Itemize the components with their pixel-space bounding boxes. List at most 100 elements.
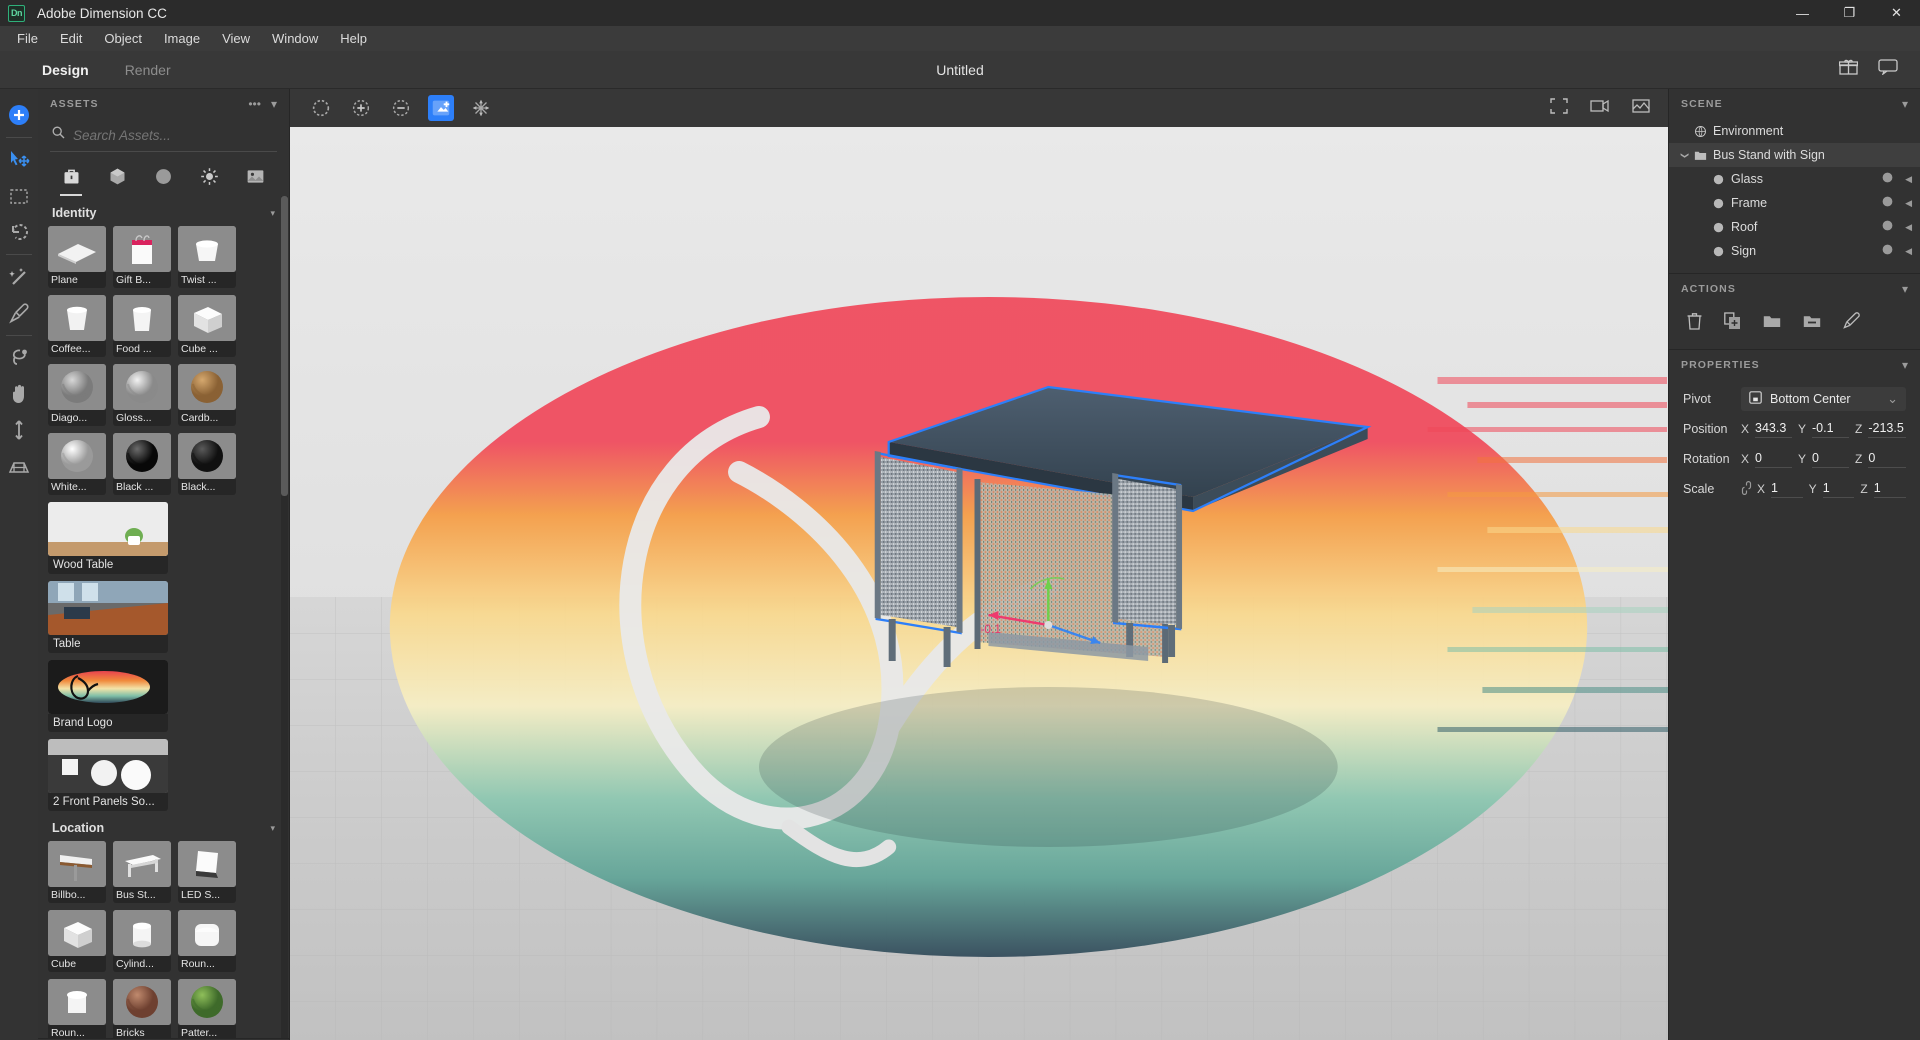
menu-item-window[interactable]: Window bbox=[261, 28, 329, 49]
orbit-tool[interactable] bbox=[308, 95, 334, 121]
asset-card[interactable]: Food ... bbox=[113, 295, 171, 357]
sample-material-icon[interactable] bbox=[1843, 312, 1860, 335]
assets-search-row[interactable] bbox=[50, 122, 277, 152]
chevron-down-icon[interactable]: ❯ bbox=[1681, 147, 1690, 163]
asset-card[interactable]: 2 Front Panels So... bbox=[48, 739, 168, 811]
material-swatch-icon[interactable] bbox=[1881, 243, 1894, 259]
scene-tree-row[interactable]: ❯ Bus Stand with Sign bbox=[1669, 143, 1920, 167]
vertical-move-tool[interactable] bbox=[2, 412, 36, 448]
scale-y-field[interactable]: Y 1 bbox=[1809, 481, 1855, 498]
assets-menu-icon[interactable]: ••• bbox=[248, 97, 261, 111]
lasso-tool[interactable] bbox=[2, 340, 36, 376]
chevron-down-icon[interactable]: ▾ bbox=[270, 823, 275, 834]
position-y-field[interactable]: Y -0.1 bbox=[1798, 421, 1849, 438]
position-x-field[interactable]: X 343.3 bbox=[1741, 421, 1792, 438]
tab-render[interactable]: Render bbox=[107, 51, 189, 89]
materials-tab[interactable] bbox=[140, 162, 186, 196]
minimize-button[interactable]: — bbox=[1779, 0, 1826, 26]
gift-icon[interactable] bbox=[1838, 59, 1859, 80]
close-button[interactable]: ✕ bbox=[1873, 0, 1920, 26]
scene-tree-row[interactable]: Sign ◀ bbox=[1669, 239, 1920, 263]
pivot-select[interactable]: Bottom Center ⌄ bbox=[1741, 387, 1906, 411]
assets-section-header-identity[interactable]: Identity ▾ bbox=[48, 196, 279, 226]
position-z-field[interactable]: Z -213.5 bbox=[1855, 421, 1906, 438]
material-swatch-icon[interactable] bbox=[1881, 171, 1894, 187]
scatter-tool[interactable] bbox=[468, 95, 494, 121]
asset-card[interactable]: Gloss... bbox=[113, 364, 171, 426]
scene-tree-row[interactable]: Frame ◀ bbox=[1669, 191, 1920, 215]
menu-item-object[interactable]: Object bbox=[93, 28, 153, 49]
scene-collapse-icon[interactable]: ▾ bbox=[1902, 97, 1908, 111]
scene-tree-row[interactable]: Environment bbox=[1669, 119, 1920, 143]
link-icon[interactable] bbox=[1741, 480, 1757, 498]
perspective-grid-tool[interactable] bbox=[2, 448, 36, 484]
asset-card[interactable]: Brand Logo bbox=[48, 660, 168, 732]
zoom-out-tool[interactable] bbox=[388, 95, 414, 121]
eyedropper-tool[interactable] bbox=[2, 295, 36, 331]
scale-x-field[interactable]: X 1 bbox=[1757, 481, 1803, 498]
assets-collapse-icon[interactable]: ▾ bbox=[271, 97, 277, 111]
tab-design[interactable]: Design bbox=[24, 51, 107, 89]
asset-card[interactable]: Bus St... bbox=[113, 841, 171, 903]
asset-card[interactable]: Roun... bbox=[178, 910, 236, 972]
asset-card[interactable]: Bricks bbox=[113, 979, 171, 1038]
delete-icon[interactable] bbox=[1687, 312, 1702, 335]
viewport-canvas[interactable]: -0.1 bbox=[290, 127, 1668, 1040]
assets-scroll-area[interactable]: Identity ▾ Plane Gift B... Twist ... Cof… bbox=[38, 196, 289, 1038]
visibility-toggle-icon[interactable]: ◀ bbox=[1905, 222, 1912, 233]
asset-card[interactable]: Coffee... bbox=[48, 295, 106, 357]
chevron-down-icon[interactable]: ⌄ bbox=[1887, 392, 1898, 405]
rotation-z-field[interactable]: Z 0 bbox=[1855, 451, 1906, 468]
rotation-x-field[interactable]: X 0 bbox=[1741, 451, 1792, 468]
hand-tool[interactable] bbox=[2, 376, 36, 412]
asset-card[interactable]: Black ... bbox=[113, 433, 171, 495]
starter-assets-tab[interactable] bbox=[48, 162, 94, 196]
scene-tree-row[interactable]: Glass ◀ bbox=[1669, 167, 1920, 191]
menu-item-help[interactable]: Help bbox=[329, 28, 378, 49]
marquee-select-tool[interactable] bbox=[2, 178, 36, 214]
search-input[interactable] bbox=[73, 127, 275, 143]
actions-collapse-icon[interactable]: ▾ bbox=[1902, 282, 1908, 296]
menu-item-file[interactable]: File bbox=[6, 28, 49, 49]
asset-card[interactable]: Wood Table bbox=[48, 502, 168, 574]
asset-card[interactable]: Cardb... bbox=[178, 364, 236, 426]
chevron-down-icon[interactable]: ▾ bbox=[270, 208, 275, 219]
lights-tab[interactable] bbox=[187, 162, 233, 196]
asset-card[interactable]: Cube bbox=[48, 910, 106, 972]
rotation-y-field[interactable]: Y 0 bbox=[1798, 451, 1849, 468]
asset-card[interactable]: Table bbox=[48, 581, 168, 653]
asset-card[interactable]: Twist ... bbox=[178, 226, 236, 288]
add-object-tool[interactable] bbox=[2, 97, 36, 133]
asset-card[interactable]: Gift B... bbox=[113, 226, 171, 288]
group-icon[interactable] bbox=[1763, 313, 1781, 334]
visibility-toggle-icon[interactable]: ◀ bbox=[1905, 198, 1912, 209]
asset-card[interactable]: Billbo... bbox=[48, 841, 106, 903]
asset-card[interactable]: Black... bbox=[178, 433, 236, 495]
asset-card[interactable]: LED S... bbox=[178, 841, 236, 903]
assets-scrollbar[interactable] bbox=[281, 196, 288, 1038]
menu-item-image[interactable]: Image bbox=[153, 28, 211, 49]
menu-item-edit[interactable]: Edit bbox=[49, 28, 93, 49]
camera-bookmark-icon[interactable] bbox=[1590, 98, 1610, 119]
scene-tree-row[interactable]: Roof ◀ bbox=[1669, 215, 1920, 239]
fullscreen-icon[interactable] bbox=[1550, 97, 1568, 119]
zoom-in-tool[interactable] bbox=[348, 95, 374, 121]
asset-card[interactable]: Patter... bbox=[178, 979, 236, 1038]
asset-card[interactable]: White... bbox=[48, 433, 106, 495]
duplicate-icon[interactable] bbox=[1724, 312, 1741, 335]
place-image-tool[interactable] bbox=[428, 95, 454, 121]
environments-tab[interactable] bbox=[233, 162, 279, 196]
ungroup-icon[interactable] bbox=[1803, 313, 1821, 334]
assets-section-header-location[interactable]: Location ▾ bbox=[48, 811, 279, 841]
maximize-button[interactable]: ❐ bbox=[1826, 0, 1873, 26]
select-move-tool[interactable] bbox=[2, 142, 36, 178]
undo-rotate-tool[interactable] bbox=[2, 214, 36, 250]
asset-card[interactable]: Diago... bbox=[48, 364, 106, 426]
visibility-toggle-icon[interactable]: ◀ bbox=[1905, 246, 1912, 257]
models-tab[interactable] bbox=[94, 162, 140, 196]
material-swatch-icon[interactable] bbox=[1881, 195, 1894, 211]
scale-z-field[interactable]: Z 1 bbox=[1860, 481, 1907, 498]
asset-card[interactable]: Plane bbox=[48, 226, 106, 288]
material-swatch-icon[interactable] bbox=[1881, 219, 1894, 235]
asset-card[interactable]: Cube ... bbox=[178, 295, 236, 357]
